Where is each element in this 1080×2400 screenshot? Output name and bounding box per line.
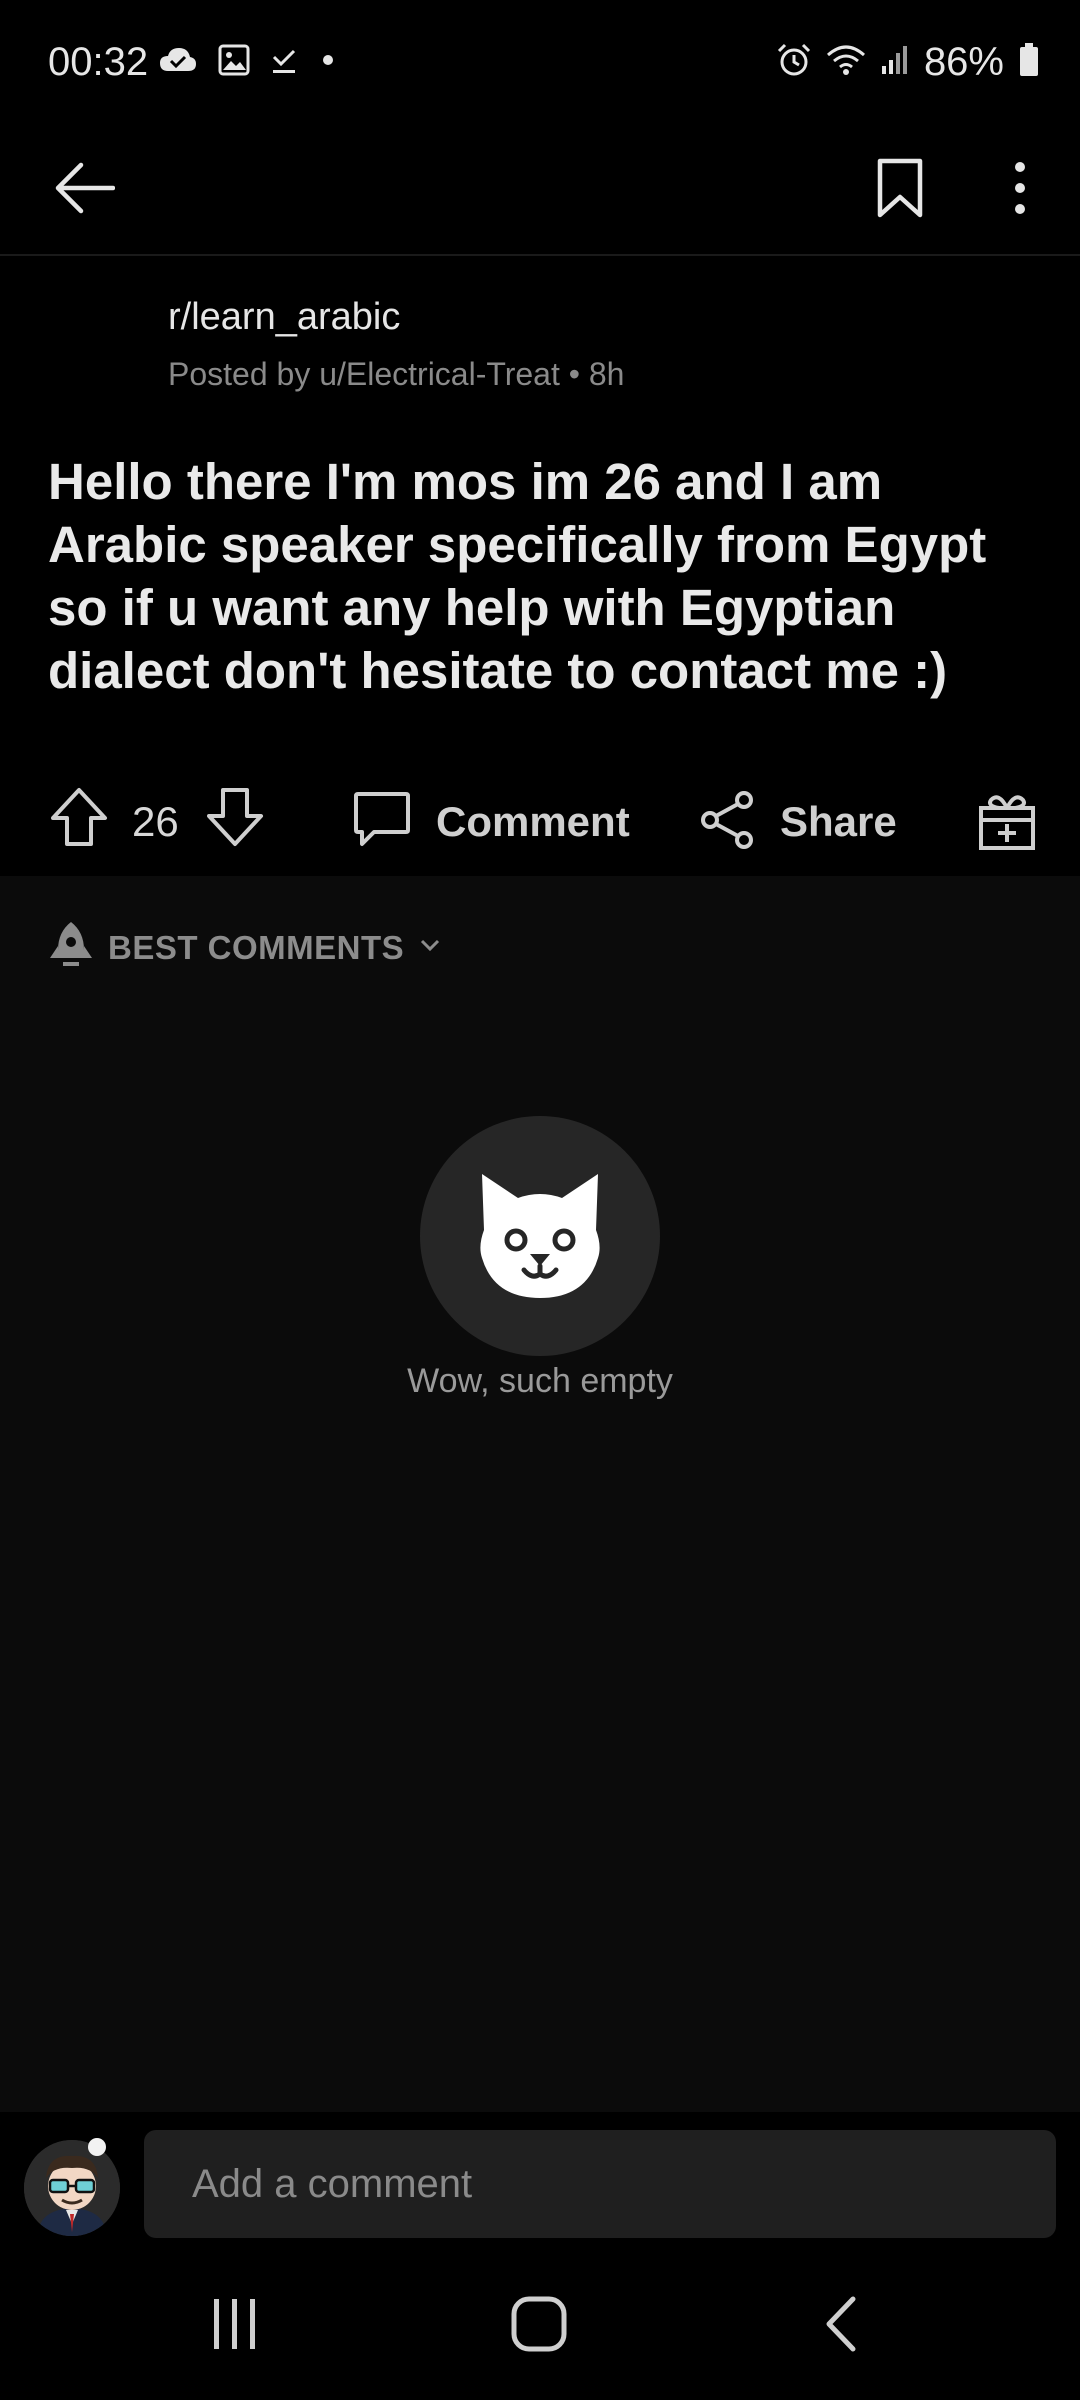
rocket-icon [48,920,94,975]
comment-bar [0,2112,1080,2252]
comment-button[interactable]: Comment [350,784,630,860]
sort-label: BEST COMMENTS [108,928,405,966]
chevron-down-icon [418,937,442,958]
post: r/learn_arabic Posted by u/Electrical-Tr… [0,256,1080,876]
system-nav-bar [0,2252,1080,2400]
wifi-icon [826,43,866,82]
comment-bubble-icon [352,790,412,855]
home-button[interactable] [494,2286,584,2366]
signal-icon [880,44,910,81]
back-button[interactable] [40,146,128,234]
user-avatar[interactable] [24,2140,120,2236]
share-icon [698,790,756,855]
save-post-button[interactable] [856,146,944,234]
dot-icon [318,50,338,75]
battery-icon [1018,43,1040,82]
status-icons-right: 86% [776,40,1040,85]
status-bar: 00:32 86% [0,0,1080,126]
post-actions: 26 Comment Share [0,766,1080,876]
recents-button[interactable] [190,2286,280,2366]
add-comment-input[interactable] [144,2130,1056,2238]
chevron-left-icon [821,2295,861,2358]
more-options-button[interactable] [976,146,1064,234]
more-vertical-icon [1013,161,1027,220]
recents-icon [208,2297,262,2356]
battery-percent: 86% [923,40,1004,84]
post-title: Hello there I'm mos im 26 and I am Arabi… [48,453,987,699]
comments-area: BEST COMMENTS Wow, such empty [0,876,1080,2112]
online-indicator-dot [88,2138,106,2156]
comment-label: Comment [436,798,630,845]
cloud-check-icon [158,45,198,80]
bookmark-icon [876,157,924,224]
gift-icon [977,790,1037,857]
subreddit-link[interactable]: r/learn_arabic [168,296,400,339]
award-button[interactable] [968,784,1046,862]
vote-count: 26 [132,798,179,845]
screen: 00:32 86% r/learn_arabic Posted by u/Ele… [0,0,1080,2400]
alarm-icon [776,42,812,83]
system-back-button[interactable] [796,2286,886,2366]
snoo-cat-icon [472,1170,608,1305]
home-icon [510,2295,568,2358]
downvote-button[interactable] [200,784,270,854]
empty-state-illustration [420,1116,660,1356]
upvote-arrow-icon [49,786,109,853]
upvote-button[interactable] [44,784,114,854]
status-icons-left [158,44,338,81]
comment-sort-dropdown[interactable]: BEST COMMENTS [48,920,442,975]
share-button[interactable]: Share [696,784,897,860]
post-meta[interactable]: Posted by u/Electrical-Treat • 8h [168,356,624,393]
download-done-icon [270,45,298,80]
empty-state-text: Wow, such empty [407,1362,673,1400]
app-bar [0,126,1080,256]
downvote-arrow-icon [205,786,265,853]
image-icon [218,44,250,81]
back-arrow-icon [53,161,116,220]
status-time: 00:32 [48,40,149,84]
share-label: Share [780,798,897,845]
